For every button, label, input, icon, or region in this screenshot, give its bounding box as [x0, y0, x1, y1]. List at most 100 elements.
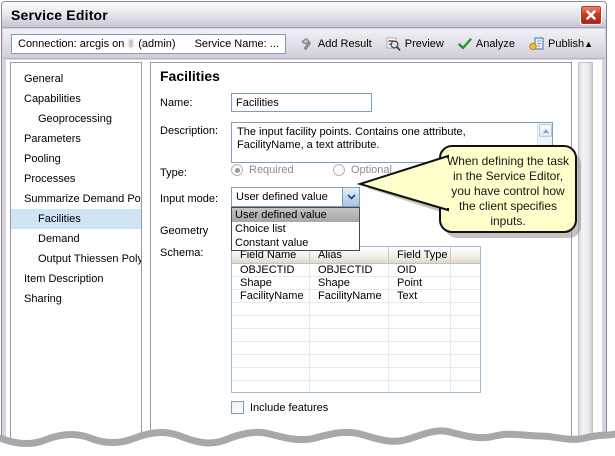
- close-button[interactable]: [580, 5, 602, 25]
- table-row[interactable]: FacilityNameFacilityNameText: [232, 290, 480, 303]
- schema-cell: FacilityName: [310, 290, 389, 302]
- schema-cell: [232, 303, 310, 315]
- connection-box: Connection: arcgis on (admin) Service Na…: [11, 34, 286, 54]
- sidebar-item-parameters[interactable]: Parameters: [11, 129, 141, 149]
- schema-cell: [310, 329, 389, 341]
- schema-cell: [451, 368, 480, 380]
- scroll-up-icon[interactable]: [539, 124, 552, 137]
- schema-label: Schema:: [160, 247, 203, 259]
- sidebar-item-capabilities[interactable]: Capabilities: [11, 89, 141, 109]
- preview-button[interactable]: Preview: [386, 37, 444, 51]
- input-mode-dropdown-list: User defined valueChoice listConstant va…: [231, 207, 360, 251]
- schema-cell: Point: [389, 277, 451, 289]
- schema-cell: [310, 381, 389, 393]
- publish-button[interactable]: Publish: [529, 37, 584, 51]
- publish-icon: [529, 37, 544, 51]
- schema-cell: [389, 329, 451, 341]
- input-mode-value: User defined value: [232, 191, 342, 203]
- schema-cell: Text: [389, 290, 451, 302]
- table-row[interactable]: [232, 381, 480, 393]
- radio-required-icon: [231, 164, 243, 176]
- schema-cell: [389, 316, 451, 328]
- publish-label: Publish: [548, 38, 584, 50]
- include-features-checkbox[interactable]: Include features: [231, 401, 328, 414]
- input-mode-combobox[interactable]: User defined value: [231, 187, 360, 207]
- schema-cell: [310, 342, 389, 354]
- main-vertical-scrollbar[interactable]: [578, 62, 593, 452]
- analyze-check-icon: [458, 38, 472, 50]
- sidebar-item-facilities[interactable]: Facilities: [11, 209, 141, 229]
- collapse-toolbar-arrow[interactable]: ▲: [584, 39, 593, 49]
- schema-cell: [310, 355, 389, 367]
- connection-prefix: Connection: arcgis on: [18, 38, 124, 50]
- schema-cell: [451, 355, 480, 367]
- page-title: Facilities: [160, 68, 220, 84]
- schema-cell: OBJECTID: [232, 264, 310, 276]
- name-input[interactable]: [231, 93, 372, 112]
- schema-cell: [451, 316, 480, 328]
- sidebar-item-summarize-demand-points-by[interactable]: Summarize Demand Points By: [11, 189, 141, 209]
- schema-table-body: OBJECTIDOBJECTIDOIDShapeShapePointFacili…: [232, 264, 480, 393]
- schema-cell: [451, 277, 480, 289]
- sidebar-item-general[interactable]: General: [11, 69, 141, 89]
- table-row[interactable]: [232, 316, 480, 329]
- schema-cell: [310, 303, 389, 315]
- schema-cell: [389, 381, 451, 393]
- table-row[interactable]: [232, 355, 480, 368]
- sidebar-nav: GeneralCapabilitiesGeoprocessingParamete…: [10, 62, 142, 452]
- type-label: Type:: [160, 167, 187, 179]
- schema-cell: FacilityName: [232, 290, 310, 302]
- schema-cell: [232, 329, 310, 341]
- table-row[interactable]: [232, 329, 480, 342]
- dropdown-option-1[interactable]: Choice list: [232, 222, 359, 236]
- table-row[interactable]: [232, 342, 480, 355]
- dropdown-option-2[interactable]: Constant value: [232, 236, 359, 250]
- schema-cell: OBJECTID: [310, 264, 389, 276]
- schema-cell: [310, 368, 389, 380]
- schema-cell: [232, 381, 310, 393]
- schema-cell: [310, 316, 389, 328]
- dialog-body: GeneralCapabilitiesGeoprocessingParamete…: [6, 60, 602, 456]
- analyze-button[interactable]: Analyze: [458, 38, 515, 50]
- geometry-label: Geometry: [160, 225, 208, 237]
- schema-cell: [232, 355, 310, 367]
- include-features-label: Include features: [250, 402, 328, 414]
- description-label: Description:: [160, 125, 218, 137]
- schema-cell: Shape: [310, 277, 389, 289]
- sidebar-item-pooling[interactable]: Pooling: [11, 149, 141, 169]
- close-icon: [584, 8, 598, 22]
- sidebar-item-item-description[interactable]: Item Description: [11, 269, 141, 289]
- connection-suffix: (admin): [138, 38, 175, 50]
- input-mode-label: Input mode:: [160, 193, 218, 205]
- table-row[interactable]: OBJECTIDOBJECTIDOID: [232, 264, 480, 277]
- sidebar-item-sharing[interactable]: Sharing: [11, 289, 141, 309]
- schema-cell: [451, 329, 480, 341]
- table-row[interactable]: ShapeShapePoint: [232, 277, 480, 290]
- sidebar-item-processes[interactable]: Processes: [11, 169, 141, 189]
- sidebar-item-demand[interactable]: Demand: [11, 229, 141, 249]
- schema-cell: OID: [389, 264, 451, 276]
- schema-column-header[interactable]: [451, 247, 480, 263]
- sidebar-item-output-thiessen-polygons[interactable]: Output Thiessen Polygons: [11, 249, 141, 269]
- checkbox-icon: [231, 401, 244, 414]
- window-title: Service Editor: [11, 7, 580, 23]
- service-name-label: Service Name: ...: [195, 38, 279, 50]
- schema-cell: [451, 264, 480, 276]
- toolbar: Connection: arcgis on (admin) Service Na…: [3, 29, 605, 59]
- table-row[interactable]: [232, 368, 480, 381]
- add-result-button[interactable]: Add Result: [300, 37, 372, 51]
- preview-label: Preview: [405, 38, 444, 50]
- schema-cell: [451, 381, 480, 393]
- title-bar: Service Editor: [2, 2, 606, 28]
- schema-cell: [451, 342, 480, 354]
- schema-cell: [451, 290, 480, 302]
- name-label: Name:: [160, 97, 192, 109]
- table-row[interactable]: [232, 303, 480, 316]
- schema-cell: Shape: [232, 277, 310, 289]
- schema-column-header[interactable]: Field Type: [389, 247, 451, 263]
- dropdown-option-0[interactable]: User defined value: [232, 208, 359, 222]
- radio-required: Required: [231, 164, 294, 176]
- schema-cell: [232, 368, 310, 380]
- schema-cell: [389, 342, 451, 354]
- sidebar-item-geoprocessing[interactable]: Geoprocessing: [11, 109, 141, 129]
